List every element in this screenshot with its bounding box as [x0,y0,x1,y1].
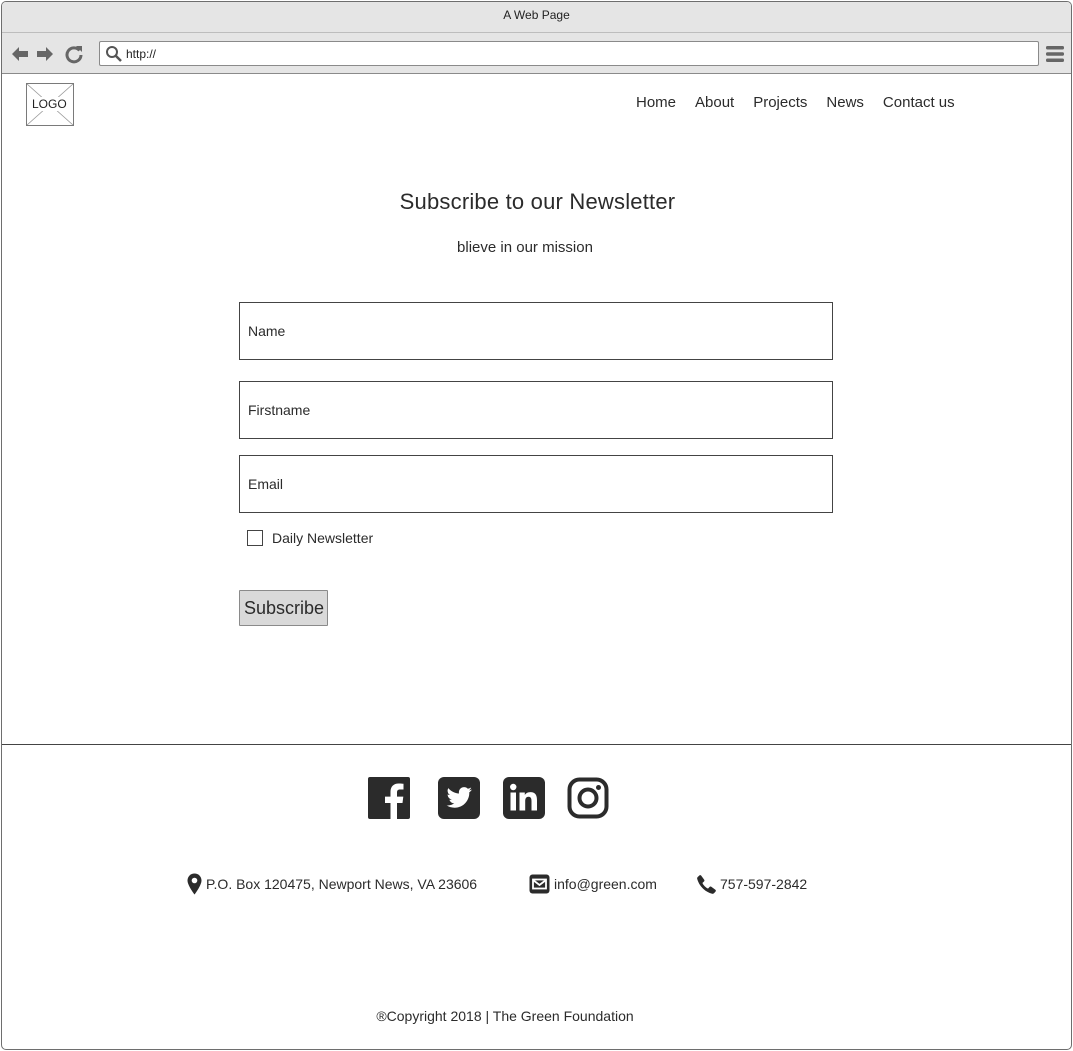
browser-window: A Web Page http:// LOGO Home About Proje… [1,1,1072,1050]
site-logo[interactable]: LOGO [26,83,74,126]
browser-toolbar [2,33,1071,74]
linkedin-icon[interactable] [503,777,545,819]
daily-newsletter-option: Daily Newsletter [247,528,373,548]
phone-text[interactable]: 757-597-2842 [720,876,807,892]
forward-arrow-icon[interactable] [35,44,55,64]
email-contact[interactable]: info@green.com [529,873,657,895]
address-contact: P.O. Box 120475, Newport News, VA 23606 [187,873,496,895]
nav-contact-us[interactable]: Contact us [883,94,955,116]
hamburger-menu-icon[interactable] [1045,45,1065,63]
nav-home[interactable]: Home [636,94,676,116]
nav-news[interactable]: News [826,94,864,116]
footer-divider [2,744,1071,745]
name-field[interactable] [239,302,833,360]
back-arrow-icon[interactable] [10,44,30,64]
window-title: A Web Page [2,2,1071,33]
daily-newsletter-label: Daily Newsletter [272,530,374,546]
page-title: Subscribe to our Newsletter [399,189,676,214]
email-field[interactable] [239,455,833,513]
firstname-field[interactable] [239,381,833,439]
envelope-icon [529,874,550,894]
subscribe-button[interactable]: Subscribe [239,590,328,626]
email-text[interactable]: info@green.com [554,876,657,892]
phone-icon [697,874,716,894]
url-input[interactable] [126,44,1026,63]
daily-newsletter-checkbox[interactable] [247,530,263,546]
page-subtitle: blieve in our mission [457,239,593,256]
address-text: P.O. Box 120475, Newport News, VA 23606 [206,876,478,892]
phone-contact[interactable]: 757-597-2842 [697,873,807,895]
instagram-icon[interactable] [567,777,609,819]
logo-text: LOGO [31,97,68,111]
address-bar[interactable] [99,41,1039,66]
nav-about[interactable]: About [695,94,734,116]
facebook-icon[interactable] [368,777,410,819]
search-icon [106,46,122,62]
map-pin-icon [187,873,202,895]
twitter-icon[interactable] [438,777,480,819]
top-navigation: Home About Projects News Contact us [636,94,974,116]
copyright-text: ®Copyright 2018 | The Green Foundation [376,1008,634,1024]
nav-projects[interactable]: Projects [753,94,807,116]
reload-icon[interactable] [64,44,84,64]
